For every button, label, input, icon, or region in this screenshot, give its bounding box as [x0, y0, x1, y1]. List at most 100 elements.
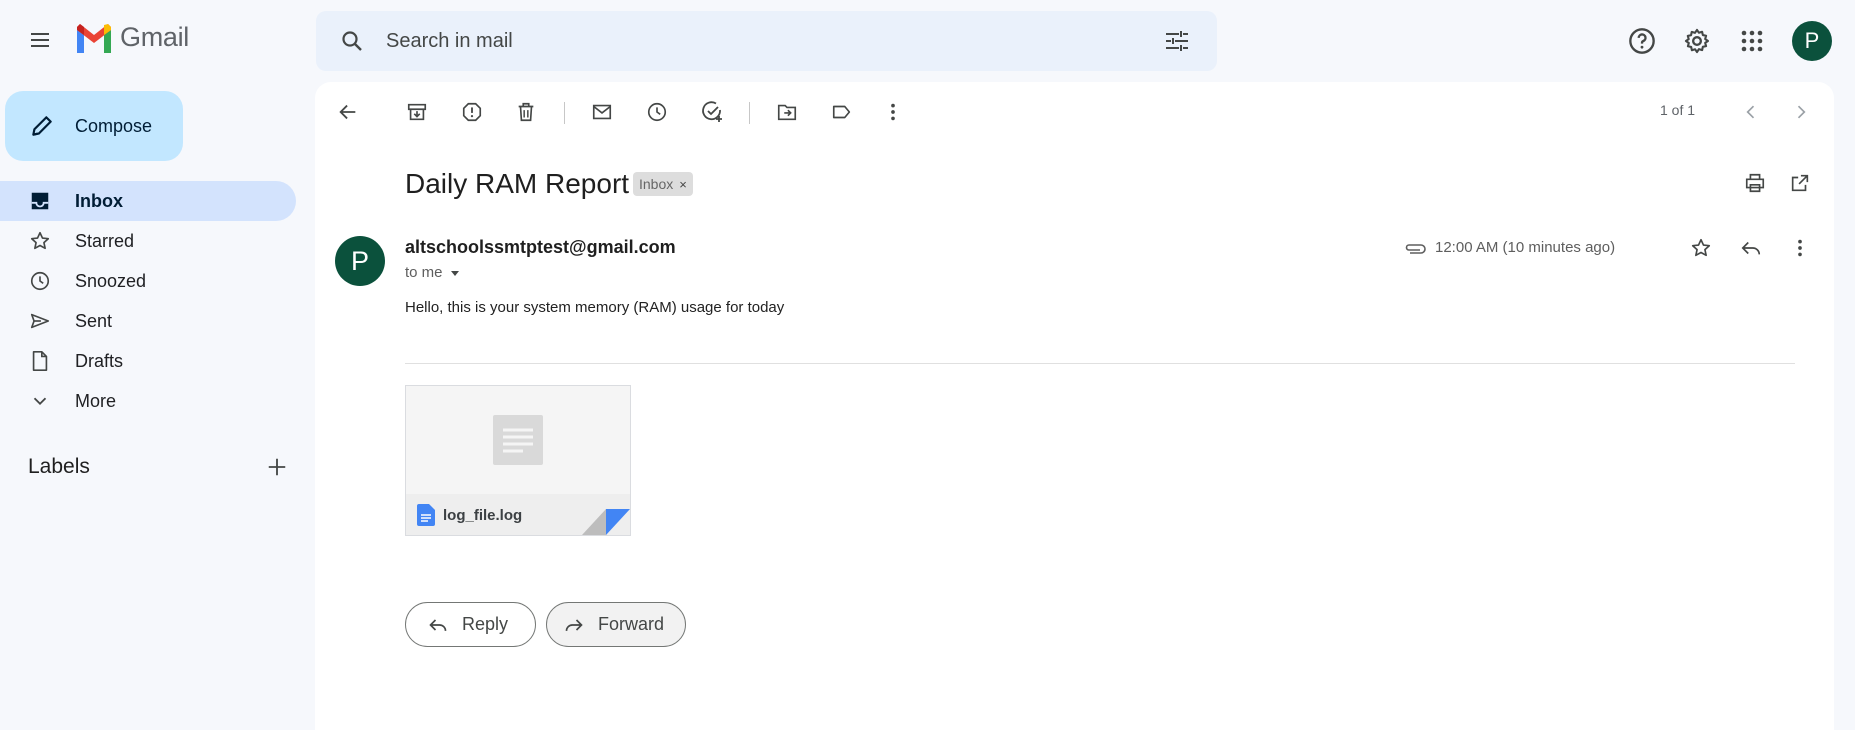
message-time: 12:00 AM (10 minutes ago): [1403, 239, 1615, 256]
trash-icon: [518, 102, 534, 122]
compose-button[interactable]: Compose: [5, 91, 183, 161]
toolbar-divider: [749, 102, 750, 124]
delete-button[interactable]: [506, 92, 546, 132]
add-task-icon: [702, 101, 722, 122]
archive-button[interactable]: [397, 92, 437, 132]
star-icon: [1691, 238, 1711, 257]
clock-icon: [647, 102, 667, 122]
help-icon[interactable]: [1621, 20, 1663, 62]
document-preview-icon: [493, 415, 543, 465]
search-icon[interactable]: [334, 23, 370, 59]
add-label-icon[interactable]: [266, 456, 288, 478]
app-name: Gmail: [120, 22, 190, 52]
remove-label-icon[interactable]: ×: [679, 177, 687, 192]
sidebar-item-drafts[interactable]: Drafts: [0, 341, 296, 381]
search-bar: [316, 11, 1217, 71]
inbox-icon: [28, 189, 52, 213]
recipient-details[interactable]: to me: [405, 264, 461, 281]
archive-icon: [407, 103, 427, 121]
attachment-card[interactable]: log_file.log: [405, 385, 631, 536]
message-more-button[interactable]: [1780, 228, 1820, 268]
reply-pill-button[interactable]: Reply: [405, 602, 536, 647]
sidebar-item-label: Starred: [75, 230, 135, 251]
open-new-window-button[interactable]: [1780, 163, 1820, 203]
top-bar: Gmail P: [0, 0, 1855, 82]
message-subject: Daily RAM Report: [405, 168, 630, 199]
mail-icon: [592, 104, 612, 120]
search-options-icon[interactable]: [1159, 23, 1195, 59]
reply-button[interactable]: [1731, 228, 1771, 268]
sidebar-item-more[interactable]: More: [0, 381, 296, 421]
sidebar-item-label: Snoozed: [75, 270, 147, 291]
label-icon: [832, 105, 851, 119]
star-icon: [28, 229, 52, 253]
reply-icon: [1741, 241, 1761, 255]
chevron-down-icon: [28, 389, 52, 413]
back-to-inbox-button[interactable]: [328, 92, 368, 132]
message-body: Hello, this is your system memory (RAM) …: [405, 299, 785, 316]
send-icon: [28, 309, 52, 333]
caret-down-icon: [450, 270, 459, 276]
labels-header: Labels: [28, 455, 288, 479]
sidebar-item-snoozed[interactable]: Snoozed: [0, 261, 296, 301]
more-vertical-icon: [1798, 239, 1802, 257]
forward-icon: [565, 618, 583, 631]
draft-icon: [28, 349, 52, 373]
gmail-logo[interactable]: Gmail: [74, 22, 189, 53]
timestamp: 12:00 AM (10 minutes ago): [1435, 239, 1616, 256]
sidebar-item-label: Inbox: [75, 190, 123, 211]
chevron-right-icon: [1797, 105, 1806, 119]
document-file-icon: [417, 504, 435, 526]
page-fold-icon: [582, 509, 630, 535]
print-all-button[interactable]: [1735, 163, 1775, 203]
badge-label: Inbox: [639, 176, 674, 192]
reply-icon: [429, 618, 447, 631]
snooze-button[interactable]: [637, 92, 677, 132]
report-spam-icon: [462, 102, 482, 122]
arrow-back-icon: [339, 104, 356, 120]
account-avatar[interactable]: P: [1792, 21, 1832, 61]
move-to-button[interactable]: [767, 92, 807, 132]
inbox-label-badge: Inbox ×: [633, 172, 693, 196]
search-input[interactable]: [386, 11, 1086, 71]
open-in-new-icon: [1791, 174, 1809, 192]
sidebar-item-label: Drafts: [75, 350, 124, 371]
attachments-divider: [405, 363, 1795, 364]
add-to-tasks-button[interactable]: [692, 92, 732, 132]
sidebar-item-label: Sent: [75, 310, 113, 331]
labels-button[interactable]: [822, 92, 862, 132]
sidebar-nav: Inbox Starred Snoozed Sent Drafts More: [0, 181, 296, 421]
google-apps-icon[interactable]: [1731, 20, 1773, 62]
attachment-preview: [406, 386, 630, 494]
gmail-m-icon: [77, 23, 111, 53]
report-spam-button[interactable]: [452, 92, 492, 132]
settings-gear-icon[interactable]: [1676, 20, 1718, 62]
sidebar-item-label: More: [75, 390, 117, 411]
main-menu-button[interactable]: [20, 20, 60, 60]
pagination-count: 1 of 1: [1660, 102, 1696, 118]
star-button[interactable]: [1681, 228, 1721, 268]
pencil-icon: [32, 116, 52, 136]
newer-button[interactable]: [1731, 92, 1771, 132]
attachment-filename: log_file.log: [443, 506, 523, 524]
forward-label: Forward: [598, 614, 665, 634]
forward-pill-button[interactable]: Forward: [546, 602, 686, 647]
sender-email[interactable]: altschoolssmtptest@gmail.com: [405, 237, 676, 258]
print-icon: [1745, 173, 1765, 193]
toolbar-divider: [564, 102, 565, 124]
chevron-left-icon: [1746, 105, 1755, 119]
move-to-folder-icon: [777, 104, 797, 121]
hamburger-menu-icon: [31, 33, 49, 47]
mark-unread-button[interactable]: [582, 92, 622, 132]
sidebar-item-sent[interactable]: Sent: [0, 301, 296, 341]
sidebar-item-starred[interactable]: Starred: [0, 221, 296, 261]
more-actions-button[interactable]: [873, 92, 913, 132]
labels-title: Labels: [28, 455, 90, 478]
attachment-clip-icon: [1405, 243, 1426, 254]
sidebar-item-inbox[interactable]: Inbox: [0, 181, 296, 221]
older-button[interactable]: [1781, 92, 1821, 132]
message-view: 1 of 1 Daily RAM Report Inbox × P altsch…: [315, 82, 1834, 730]
clock-icon: [28, 269, 52, 293]
sender-avatar[interactable]: P: [335, 236, 385, 286]
compose-label: Compose: [75, 115, 153, 136]
